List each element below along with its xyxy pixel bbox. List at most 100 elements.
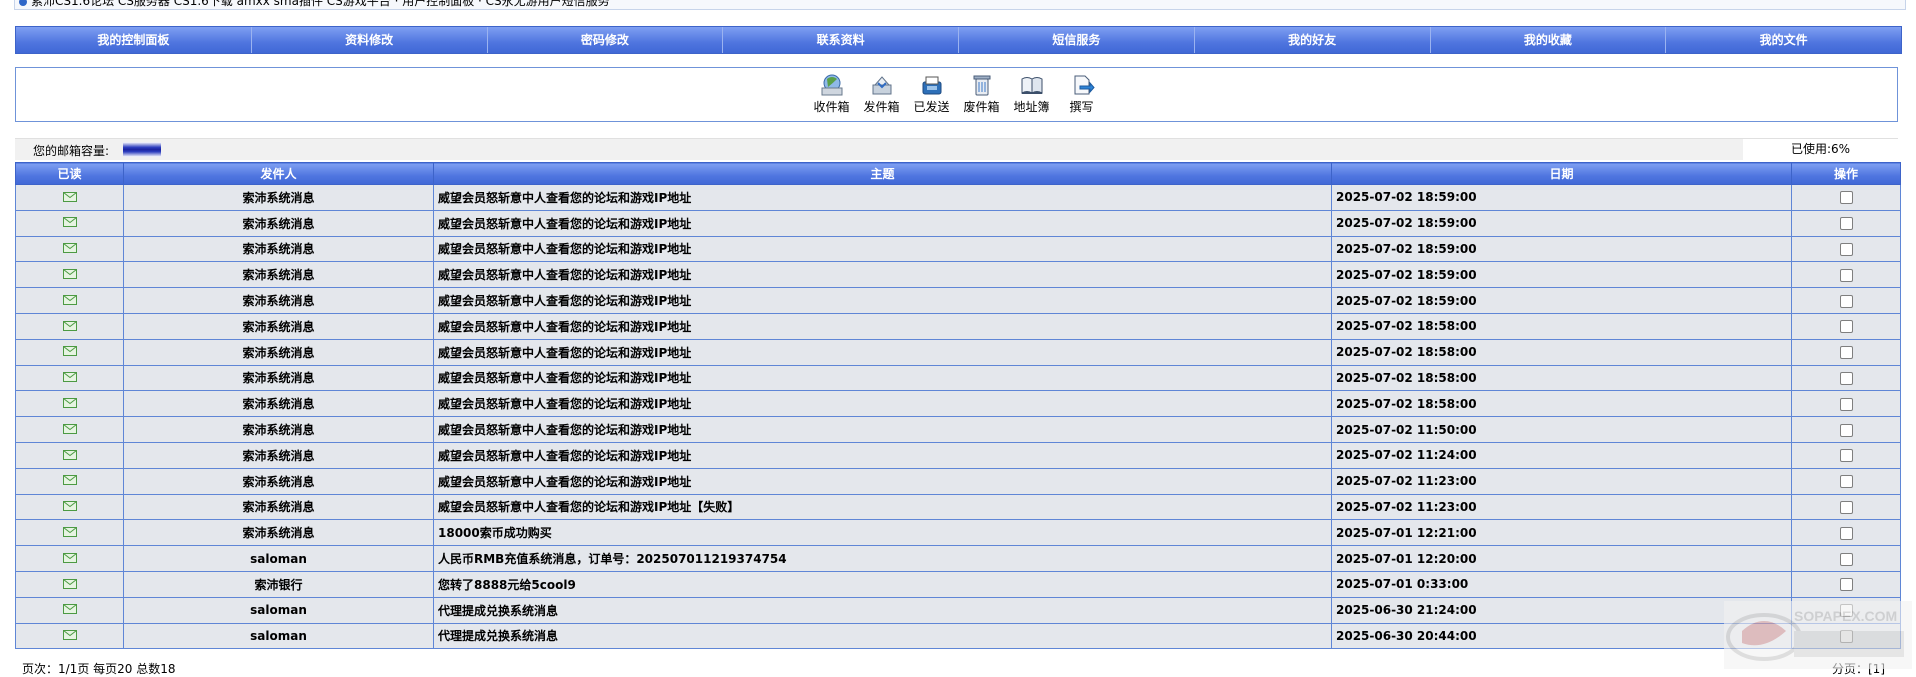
subject-cell[interactable]: 威望会员怒斩意中人查看您的论坛和游戏IP地址 xyxy=(433,441,1332,469)
mail-toolbar: 收件箱 发件箱 已发送 废件箱 地址簿 撰写 xyxy=(15,67,1898,122)
select-checkbox[interactable] xyxy=(1839,191,1853,205)
select-checkbox[interactable] xyxy=(1839,475,1853,489)
sender-cell[interactable]: 索沛系统消息 xyxy=(123,209,434,237)
nav-change-password[interactable]: 密码修改 xyxy=(488,27,724,53)
address-book-button[interactable]: 地址簿 xyxy=(1007,73,1057,115)
select-checkbox[interactable] xyxy=(1839,526,1853,540)
compose-icon xyxy=(1074,75,1095,95)
nav-contact-info[interactable]: 联系资料 xyxy=(723,27,959,53)
nav-messages[interactable]: 短信服务 xyxy=(959,27,1195,53)
subject-cell[interactable]: 威望会员怒斩意中人查看您的论坛和游戏IP地址 xyxy=(433,287,1332,314)
table-row[interactable]: 索沛系统消息 威望会员怒斩意中人查看您的论坛和游戏IP地址 2025-07-02 1… xyxy=(15,312,1901,340)
read-status-cell xyxy=(15,441,124,469)
subject-cell[interactable]: 代理提成兑换系统消息 xyxy=(433,596,1332,624)
select-checkbox[interactable] xyxy=(1839,500,1853,514)
sender-cell[interactable]: 索沛系统消息 xyxy=(123,519,434,547)
date-cell: 2025-07-02 18:58:00 xyxy=(1331,390,1792,418)
table-row[interactable]: 索沛系统消息 威望会员怒斩意中人查看您的论坛和游戏IP地址【失败】 2025-07-… xyxy=(15,493,1901,521)
select-checkbox[interactable] xyxy=(1839,397,1853,411)
select-checkbox[interactable] xyxy=(1839,449,1853,463)
select-checkbox[interactable] xyxy=(1839,242,1853,256)
table-row[interactable]: 索沛系统消息 威望会员怒斩意中人查看您的论坛和游戏IP地址 2025-07-02 1… xyxy=(15,467,1901,495)
subject-cell[interactable]: 18000索币成功购买 xyxy=(433,519,1332,547)
select-checkbox[interactable] xyxy=(1839,552,1853,566)
sender-cell[interactable]: saloman xyxy=(123,545,434,572)
select-checkbox[interactable] xyxy=(1839,578,1853,592)
sent-button[interactable]: 已发送 xyxy=(907,73,957,115)
read-status-cell xyxy=(15,596,124,624)
sender-cell[interactable]: 索沛系统消息 xyxy=(123,338,434,366)
subject-cell[interactable]: 代理提成兑换系统消息 xyxy=(433,622,1332,650)
sender-cell[interactable]: 索沛系统消息 xyxy=(123,416,434,443)
table-row[interactable]: 索沛系统消息 威望会员怒斩意中人查看您的论坛和游戏IP地址 2025-07-02 1… xyxy=(15,441,1901,469)
nav-files[interactable]: 我的文件 xyxy=(1666,27,1901,53)
table-row[interactable]: 索沛系统消息 18000索币成功购买 2025-07-01 12:21:00 xyxy=(15,519,1901,547)
subject-cell[interactable]: 威望会员怒斩意中人查看您的论坛和游戏IP地址 xyxy=(433,467,1332,495)
read-envelope-icon xyxy=(62,500,77,514)
action-cell xyxy=(1791,467,1901,495)
table-row[interactable]: 索沛系统消息 威望会员怒斩意中人查看您的论坛和游戏IP地址 2025-07-02 1… xyxy=(15,209,1901,237)
table-row[interactable]: saloman 代理提成兑换系统消息 2025-06-30 21:24:00 xyxy=(15,596,1901,624)
select-checkbox[interactable] xyxy=(1839,294,1853,308)
nav-edit-profile[interactable]: 资料修改 xyxy=(252,27,488,53)
select-checkbox[interactable] xyxy=(1839,217,1853,231)
subject-cell[interactable]: 威望会员怒斩意中人查看您的论坛和游戏IP地址 xyxy=(433,209,1332,237)
table-row[interactable]: 索沛系统消息 威望会员怒斩意中人查看您的论坛和游戏IP地址 2025-07-02 1… xyxy=(15,338,1901,366)
sender-cell[interactable]: 索沛系统消息 xyxy=(123,261,434,289)
date-cell: 2025-07-02 18:59:00 xyxy=(1331,235,1792,263)
compose-button[interactable]: 撰写 xyxy=(1057,73,1107,115)
inbox-button[interactable]: 收件箱 xyxy=(807,73,857,115)
subject-cell[interactable]: 威望会员怒斩意中人查看您的论坛和游戏IP地址 xyxy=(433,338,1332,366)
sender-cell[interactable]: 索沛系统消息 xyxy=(123,287,434,314)
read-status-cell xyxy=(15,545,124,572)
select-checkbox[interactable] xyxy=(1839,371,1853,385)
table-row[interactable]: saloman 人民币RMB充值系统消息，订单号：2025070112193747… xyxy=(15,545,1901,572)
sender-cell[interactable]: saloman xyxy=(123,622,434,650)
table-row[interactable]: 索沛系统消息 威望会员怒斩意中人查看您的论坛和游戏IP地址 2025-07-02 1… xyxy=(15,184,1901,211)
read-envelope-icon xyxy=(62,578,77,592)
subject-cell[interactable]: 威望会员怒斩意中人查看您的论坛和游戏IP地址 xyxy=(433,416,1332,443)
table-row[interactable]: 索沛银行 您转了8888元给5cool9 2025-07-01 0:33:00 xyxy=(15,570,1901,598)
read-envelope-icon xyxy=(62,191,77,205)
nav-control-panel[interactable]: 我的控制面板 xyxy=(16,27,252,53)
table-row[interactable]: 索沛系统消息 威望会员怒斩意中人查看您的论坛和游戏IP地址 2025-07-02 1… xyxy=(15,235,1901,263)
table-row[interactable]: 索沛系统消息 威望会员怒斩意中人查看您的论坛和游戏IP地址 2025-07-02 1… xyxy=(15,287,1901,314)
subject-cell[interactable]: 威望会员怒斩意中人查看您的论坛和游戏IP地址 xyxy=(433,184,1332,211)
trash-button[interactable]: 废件箱 xyxy=(957,73,1007,115)
subject-cell[interactable]: 威望会员怒斩意中人查看您的论坛和游戏IP地址 xyxy=(433,235,1332,263)
subject-cell[interactable]: 人民币RMB充值系统消息，订单号：202507011219374754 xyxy=(433,545,1332,572)
date-cell: 2025-07-02 18:59:00 xyxy=(1331,184,1792,211)
nav-friends[interactable]: 我的好友 xyxy=(1195,27,1431,53)
table-row[interactable]: 索沛系统消息 威望会员怒斩意中人查看您的论坛和游戏IP地址 2025-07-02 1… xyxy=(15,261,1901,289)
subject-cell[interactable]: 威望会员怒斩意中人查看您的论坛和游戏IP地址 xyxy=(433,261,1332,289)
table-row[interactable]: 索沛系统消息 威望会员怒斩意中人查看您的论坛和游戏IP地址 2025-07-02 1… xyxy=(15,390,1901,418)
sender-cell[interactable]: 索沛系统消息 xyxy=(123,390,434,418)
date-cell: 2025-06-30 21:24:00 xyxy=(1331,596,1792,624)
table-row[interactable]: 索沛系统消息 威望会员怒斩意中人查看您的论坛和游戏IP地址 2025-07-02 1… xyxy=(15,416,1901,443)
select-checkbox[interactable] xyxy=(1839,320,1853,334)
sender-cell[interactable]: 索沛系统消息 xyxy=(123,364,434,392)
table-row[interactable]: saloman 代理提成兑换系统消息 2025-06-30 20:44:00 xyxy=(15,622,1901,650)
subject-cell[interactable]: 威望会员怒斩意中人查看您的论坛和游戏IP地址【失败】 xyxy=(433,493,1332,521)
sender-cell[interactable]: 索沛系统消息 xyxy=(123,493,434,521)
subject-cell[interactable]: 您转了8888元给5cool9 xyxy=(433,570,1332,598)
outbox-button[interactable]: 发件箱 xyxy=(857,73,907,115)
subject-cell[interactable]: 威望会员怒斩意中人查看您的论坛和游戏IP地址 xyxy=(433,390,1332,418)
sender-cell[interactable]: 索沛系统消息 xyxy=(123,467,434,495)
sender-cell[interactable]: 索沛系统消息 xyxy=(123,441,434,469)
header-date: 日期 xyxy=(1331,162,1792,185)
select-checkbox[interactable] xyxy=(1839,346,1853,360)
inbox-icon xyxy=(821,74,842,96)
sender-cell[interactable]: 索沛系统消息 xyxy=(123,184,434,211)
sender-cell[interactable]: saloman xyxy=(123,596,434,624)
table-row[interactable]: 索沛系统消息 威望会员怒斩意中人查看您的论坛和游戏IP地址 2025-07-02 1… xyxy=(15,364,1901,392)
sender-cell[interactable]: 索沛系统消息 xyxy=(123,235,434,263)
subject-cell[interactable]: 威望会员怒斩意中人查看您的论坛和游戏IP地址 xyxy=(433,312,1332,340)
select-checkbox[interactable] xyxy=(1839,268,1853,282)
sender-cell[interactable]: 索沛银行 xyxy=(123,570,434,598)
subject-cell[interactable]: 威望会员怒斩意中人查看您的论坛和游戏IP地址 xyxy=(433,364,1332,392)
select-checkbox[interactable] xyxy=(1839,423,1853,437)
nav-favorites[interactable]: 我的收藏 xyxy=(1431,27,1667,53)
sender-cell[interactable]: 索沛系统消息 xyxy=(123,312,434,340)
read-envelope-icon xyxy=(62,345,77,359)
